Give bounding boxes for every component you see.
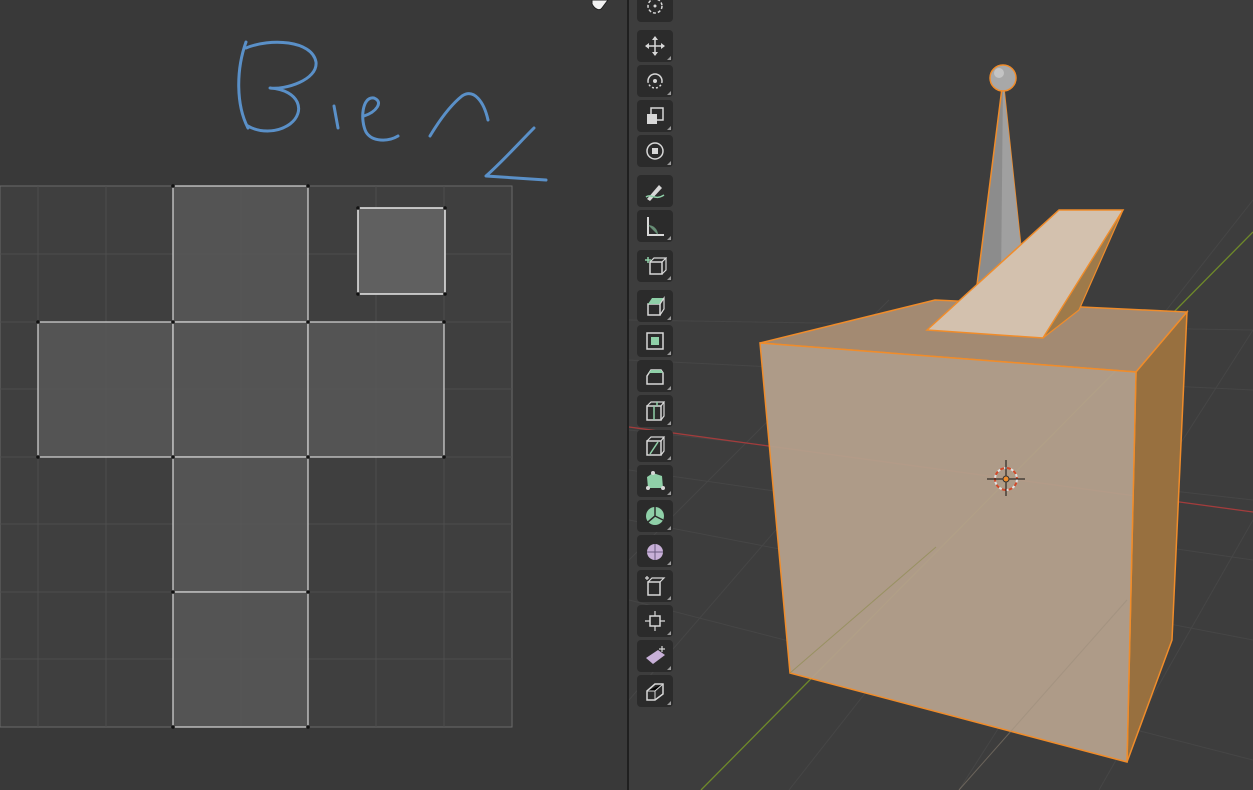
uv-face-bottom [172,456,309,593]
uv-editor-panel[interactable] [0,0,627,790]
cursor-tool[interactable] [637,0,673,22]
measure-tool[interactable] [637,210,673,242]
bevel-icon [646,369,664,385]
move-icon [645,36,665,56]
rotate-icon [647,73,663,89]
sphere-object [989,64,1017,92]
transform-icon [646,142,664,160]
uv-face-small-selected [357,207,446,295]
uv-canvas[interactable] [0,0,627,790]
bevel-tool[interactable] [637,360,673,392]
uv-face-left [37,321,174,458]
mouse-cursor-icon [591,0,609,11]
knife-icon [646,436,666,456]
uv-face-right [307,321,445,458]
uv-face-back [172,591,309,728]
spin-icon [646,507,664,525]
rip-region-icon [646,683,664,701]
edge-slide-icon [645,576,666,596]
uv-face-top [172,185,309,323]
extrude-tool[interactable] [637,290,673,322]
annotation-stroke-bien [237,40,548,182]
shear-icon [646,646,665,664]
cube-front-face [759,342,1137,763]
annotate-tool[interactable] [637,175,673,207]
viewport-scene[interactable] [629,0,1253,790]
shrink-fatten-icon [645,611,665,631]
tool-shelf [636,0,676,790]
loop-cut-icon [646,401,666,421]
shrink-fatten-tool[interactable] [637,605,673,637]
add-cube-tool[interactable] [637,250,673,282]
rip-region-tool[interactable] [637,675,673,707]
loop-cut-tool[interactable] [637,395,673,427]
measure-icon [647,217,664,236]
smooth-tool[interactable] [637,535,673,567]
spin-tool[interactable] [637,500,673,532]
inset-tool[interactable] [637,325,673,357]
add-cube-icon [645,257,667,275]
knife-tool[interactable] [637,430,673,462]
cursor-icon [647,0,663,14]
poly-build-tool[interactable] [637,465,673,497]
extrude-icon [647,296,665,316]
poly-build-icon [646,471,665,490]
scale-icon [647,107,664,124]
move-tool[interactable] [637,30,673,62]
scale-tool[interactable] [637,100,673,132]
inset-icon [646,332,664,350]
3d-viewport[interactable] [629,0,1253,790]
shear-tool[interactable] [637,640,673,672]
edge-slide-tool[interactable] [637,570,673,602]
annotate-icon [645,185,665,201]
transform-tool[interactable] [637,135,673,167]
uv-face-center [172,321,309,458]
rotate-tool[interactable] [637,65,673,97]
smooth-icon [647,544,663,560]
